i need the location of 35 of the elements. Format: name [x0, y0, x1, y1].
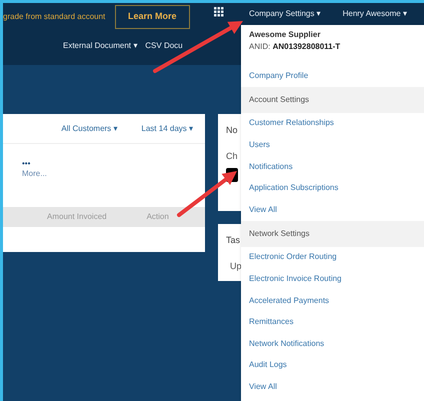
more-dots[interactable]: ••• [22, 160, 205, 168]
menu-item[interactable]: Users [241, 134, 424, 156]
learn-more-button[interactable]: Learn More [115, 5, 190, 29]
menu-item[interactable]: View All [241, 376, 424, 398]
anid-text: ANID: AN01392808011-T [249, 41, 342, 53]
menu-item[interactable]: Electronic Invoice Routing [241, 268, 424, 290]
menu-item[interactable]: Network Notifications [241, 332, 424, 355]
menu-item[interactable]: Application Subscriptions [241, 177, 424, 199]
card-title: No [226, 124, 239, 137]
promo-text: grade from standard account [3, 11, 106, 23]
more-link[interactable]: More... [22, 168, 205, 180]
filter-dropdown[interactable]: Last 14 days ▾ [141, 122, 193, 134]
menu-section-header: Network Settings [241, 220, 424, 247]
company-settings-menu[interactable]: Company Settings ▾ [249, 8, 321, 20]
arrow [177, 171, 237, 217]
menu-item[interactable]: View All [241, 198, 424, 221]
menu-item[interactable]: Accelerated Payments [241, 290, 424, 312]
user-menu[interactable]: Henry Awesome ▾ [342, 8, 407, 20]
menu-item[interactable]: Electronic Order Routing [241, 246, 424, 268]
card-text: Up [230, 260, 243, 273]
nav-link[interactable]: CSV Docu [145, 40, 183, 52]
menu-item[interactable]: Remittances [241, 311, 424, 333]
column-header: Action [146, 211, 169, 223]
card-title: Tas [226, 234, 242, 247]
menu-section-header: Account Settings [241, 86, 424, 113]
apps-grid-icon[interactable] [214, 7, 224, 17]
menu-item[interactable]: Audit Logs [241, 354, 424, 376]
column-header: Amount Invoiced [47, 211, 107, 223]
menu-item[interactable]: Notifications [241, 156, 424, 178]
menu-item[interactable]: Customer Relationships [241, 112, 424, 134]
filter-dropdown[interactable]: All Customers ▾ [61, 122, 118, 134]
nav-link[interactable]: External Document ▾ [63, 40, 138, 52]
menu-item[interactable]: Company Profile [241, 65, 424, 87]
card-text: Ch [226, 150, 239, 162]
company-name: Awesome Supplier [249, 29, 322, 41]
